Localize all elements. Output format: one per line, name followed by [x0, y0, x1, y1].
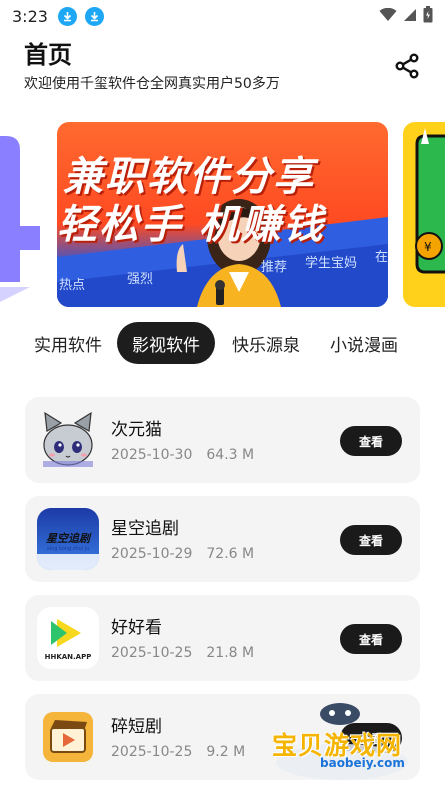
battery-icon: [423, 5, 433, 27]
app-name: 次元猫: [111, 420, 162, 440]
app-name: 碎短剧: [111, 717, 162, 737]
banner-slide-previous[interactable]: [0, 122, 44, 307]
app-meta: 2025-10-25 21.8 M: [111, 645, 268, 661]
banner-carousel[interactable]: 兼职软件分享 轻松手 机赚钱 热点 强烈 推荐 学生宝妈 在 ¥: [0, 122, 445, 307]
signal-icon: [403, 7, 417, 26]
app-meta: 2025-10-25 9.2 M: [111, 744, 259, 760]
icon-logo-subtext: xing kong zhui ju: [46, 546, 90, 552]
app-size: 21.8 M: [206, 645, 255, 661]
page-subtitle: 欢迎使用千玺软件仓全网真实用户50多万: [24, 76, 280, 92]
app-meta: 2025-10-29 72.6 M: [111, 546, 268, 562]
wifi-icon: [379, 7, 397, 26]
banner-tag-strip: 热点 强烈 推荐 学生宝妈 在: [57, 250, 388, 307]
view-button[interactable]: 查看: [340, 525, 402, 555]
category-tabs: 实用软件 影视软件 快乐源泉 小说漫画: [0, 322, 445, 364]
tab-practical-software[interactable]: 实用软件: [24, 322, 112, 364]
banner-tag: 强烈: [127, 272, 154, 287]
clapper-play-icon: [37, 706, 99, 768]
list-item[interactable]: 次元猫 2025-10-30 64.3 M 查看: [25, 397, 420, 483]
watermark-url: baobeiy.com: [320, 756, 405, 770]
icon-logo-text: 星空追剧: [46, 532, 90, 545]
app-date: 2025-10-25: [111, 744, 193, 760]
cat-mascot-icon: [37, 409, 99, 471]
banner-tag: 在: [375, 250, 388, 265]
page-title: 首页: [24, 41, 72, 69]
hhkan-logo-icon: HHKAN.APP: [37, 607, 99, 669]
app-name: 好好看: [111, 618, 162, 638]
status-bar: 3:23: [0, 0, 445, 32]
share-icon: [395, 53, 419, 79]
banner-tag: 推荐: [261, 260, 288, 275]
app-size: 64.3 M: [206, 447, 255, 463]
share-button[interactable]: [393, 52, 421, 80]
app-size: 9.2 M: [206, 744, 246, 760]
banner-headline-2: 轻松手 机赚钱: [57, 202, 325, 248]
app-meta: 2025-10-30 64.3 M: [111, 447, 268, 463]
svg-text:¥: ¥: [424, 240, 432, 254]
app-date: 2025-10-30: [111, 447, 193, 463]
tab-happy-source[interactable]: 快乐源泉: [222, 322, 310, 364]
site-watermark: 宝贝游戏网 baobeiy.com: [270, 700, 420, 782]
banner-tag: 学生宝妈: [305, 256, 358, 271]
app-date: 2025-10-29: [111, 546, 193, 562]
icon-logo-text: HHKAN.APP: [44, 653, 92, 661]
view-button[interactable]: 查看: [340, 426, 402, 456]
banner-tag: 热点: [59, 278, 86, 293]
app-date: 2025-10-25: [111, 645, 193, 661]
status-time: 3:23: [12, 6, 48, 26]
xingkong-logo-icon: 星空追剧 xing kong zhui ju: [37, 508, 99, 570]
banner-slide-main[interactable]: 兼职软件分享 轻松手 机赚钱 热点 强烈 推荐 学生宝妈 在: [57, 122, 388, 307]
list-item[interactable]: HHKAN.APP 好好看 2025-10-25 21.8 M 查看: [25, 595, 420, 681]
download-icon: [57, 6, 77, 26]
tab-novel-comic[interactable]: 小说漫画: [320, 322, 408, 364]
download-icon: [84, 6, 104, 26]
banner-slide-next[interactable]: ¥: [403, 122, 445, 307]
app-name: 星空追剧: [111, 519, 179, 539]
app-size: 72.6 M: [206, 546, 255, 562]
page-header: 首页 欢迎使用千玺软件仓全网真实用户50多万: [24, 40, 421, 98]
list-item[interactable]: 星空追剧 xing kong zhui ju 星空追剧 2025-10-29 72…: [25, 496, 420, 582]
view-button[interactable]: 查看: [340, 624, 402, 654]
tab-video-software[interactable]: 影视软件: [117, 322, 215, 364]
